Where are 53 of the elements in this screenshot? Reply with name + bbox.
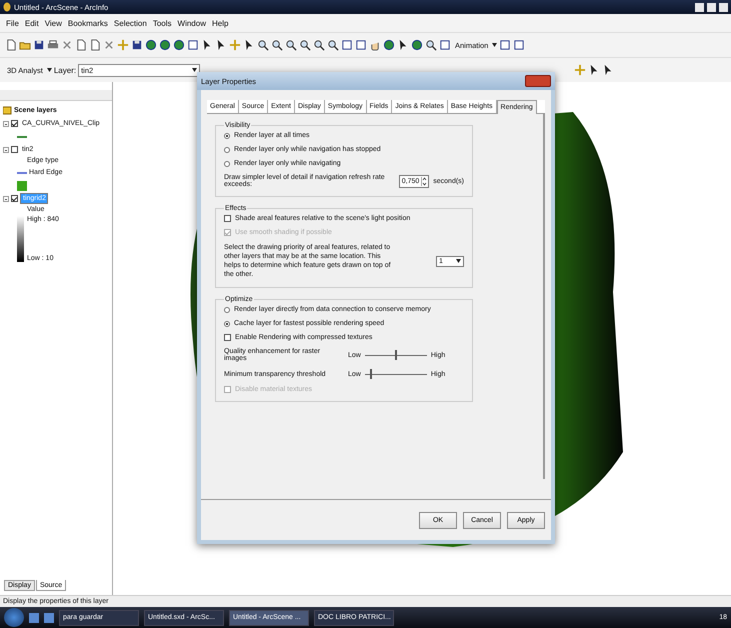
radio-button[interactable] xyxy=(224,132,230,138)
new-file-icon[interactable] xyxy=(5,39,17,51)
zoom-out-icon[interactable] xyxy=(271,39,283,51)
minimize-button[interactable] xyxy=(695,2,704,12)
color-ramp xyxy=(17,216,24,262)
menu-item[interactable]: Window xyxy=(178,18,206,28)
menu-item[interactable]: Bookmarks xyxy=(68,18,108,28)
menu-item[interactable]: View xyxy=(44,18,62,28)
arrow-icon[interactable] xyxy=(201,39,213,51)
menu-item[interactable]: Help xyxy=(212,18,228,28)
spin-arrows-icon[interactable] xyxy=(421,176,428,186)
expand-toggle[interactable] xyxy=(3,196,9,202)
delete-icon[interactable] xyxy=(103,39,115,51)
slider-thumb[interactable] xyxy=(394,350,397,360)
caret-icon[interactable] xyxy=(456,259,461,264)
square-icon[interactable] xyxy=(187,39,199,51)
zoom-icon[interactable] xyxy=(313,39,325,51)
layer-label: Layer: xyxy=(54,66,76,74)
menu-item[interactable]: File xyxy=(6,18,19,28)
slider-thumb[interactable] xyxy=(370,369,372,380)
layer-checkbox[interactable] xyxy=(11,146,18,153)
checkbox[interactable] xyxy=(224,334,231,342)
close-button[interactable] xyxy=(719,2,728,12)
expand-toggle[interactable] xyxy=(3,120,9,126)
layer-checkbox[interactable] xyxy=(11,120,18,127)
fly-icon[interactable] xyxy=(243,39,255,51)
zoom-icon[interactable] xyxy=(327,39,339,51)
checkbox[interactable] xyxy=(224,215,231,222)
expand-toggle[interactable] xyxy=(3,146,9,152)
globe-icon[interactable] xyxy=(383,39,395,51)
sphere-icon[interactable] xyxy=(173,39,185,51)
print-icon[interactable] xyxy=(47,39,59,51)
pointer-icon[interactable] xyxy=(397,39,409,51)
caret-icon[interactable] xyxy=(192,68,198,72)
zoom-in-icon[interactable] xyxy=(257,39,269,51)
menu-item[interactable]: Tools xyxy=(152,18,172,28)
caret-icon[interactable] xyxy=(46,68,52,72)
radio-button[interactable] xyxy=(224,146,230,152)
app-icon xyxy=(3,2,11,12)
square-icon[interactable] xyxy=(439,39,451,51)
open-folder-icon[interactable] xyxy=(19,39,31,51)
zoom-icon[interactable] xyxy=(299,39,311,51)
radio-button[interactable] xyxy=(224,320,230,327)
start-button[interactable] xyxy=(4,608,24,627)
menu-item[interactable]: Edit xyxy=(24,18,39,28)
radio-button[interactable] xyxy=(224,306,230,313)
menu-item[interactable]: Selection xyxy=(114,18,147,28)
radio-button[interactable] xyxy=(224,160,230,166)
save-icon[interactable] xyxy=(33,39,45,51)
layer-checkbox[interactable] xyxy=(11,195,18,202)
maximize-button[interactable] xyxy=(707,2,716,12)
globe-icon[interactable] xyxy=(145,39,157,51)
caret-icon[interactable] xyxy=(492,43,498,47)
